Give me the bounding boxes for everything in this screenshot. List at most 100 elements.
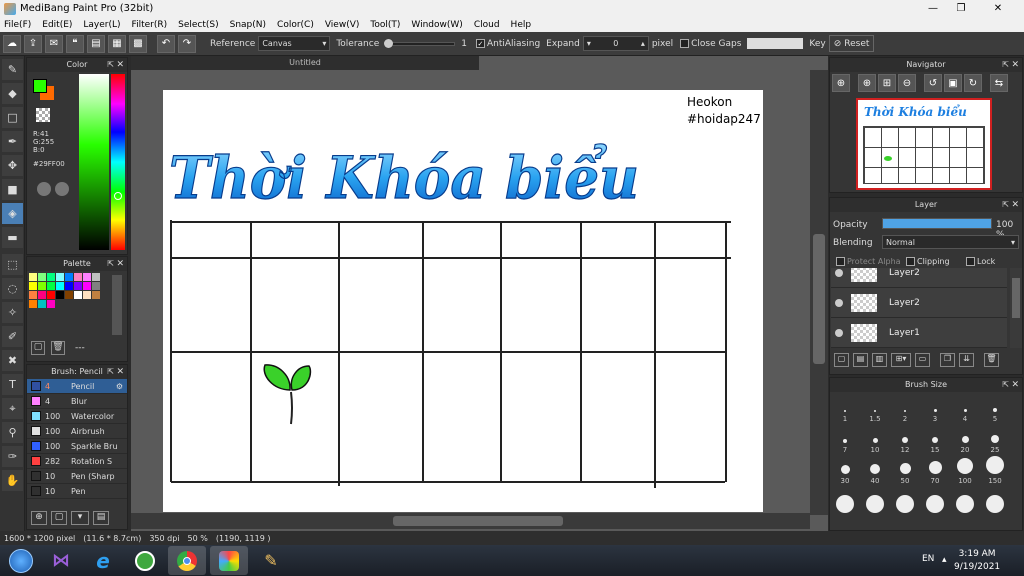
brush-item[interactable]: 10 Pen: [27, 484, 127, 499]
palette-swatch[interactable]: [65, 291, 73, 299]
menu-help[interactable]: Help: [511, 20, 532, 30]
rotate-left-icon[interactable]: ↺: [924, 74, 942, 92]
brush-size-cell[interactable]: 40: [860, 454, 890, 485]
zoom-fit-icon[interactable]: ⊕: [832, 74, 850, 92]
new-palette-icon[interactable]: ▢: [31, 341, 45, 355]
brush-size-cell[interactable]: [950, 488, 980, 519]
visual-studio-icon[interactable]: ⋈: [42, 546, 80, 575]
menu-filter[interactable]: Filter(R): [132, 20, 168, 30]
flip-icon[interactable]: ⇆: [990, 74, 1008, 92]
palette-swatch[interactable]: [92, 291, 100, 299]
eye-icon[interactable]: [835, 328, 843, 337]
palette-scrollbar[interactable]: [112, 275, 122, 335]
palette-swatch[interactable]: [74, 282, 82, 290]
eye-icon[interactable]: [835, 298, 843, 307]
pin-icon[interactable]: ⇱: [107, 257, 114, 271]
saturation-brightness-picker[interactable]: [79, 74, 109, 250]
expand-stepper[interactable]: ▾ 0 ▴: [582, 36, 649, 51]
menu-view[interactable]: View(V): [325, 20, 360, 30]
brush-size-cell[interactable]: 12: [890, 423, 920, 454]
stepper-up-icon[interactable]: ▴: [641, 39, 645, 48]
close-button[interactable]: ✕: [978, 0, 1018, 17]
zoom-actual-icon[interactable]: ⊞: [878, 74, 896, 92]
medibang-taskbar-icon[interactable]: [210, 546, 248, 575]
pin-icon[interactable]: ⇱: [107, 58, 114, 72]
menu-tool[interactable]: Tool(T): [370, 20, 400, 30]
menu-cloud[interactable]: Cloud: [474, 20, 500, 30]
palette-swatch[interactable]: [38, 291, 46, 299]
clipping-option[interactable]: Clipping: [906, 257, 950, 266]
palette-swatch[interactable]: [65, 273, 73, 281]
menu-select[interactable]: Select(S): [178, 20, 219, 30]
add-layer-menu-icon[interactable]: ⊞▾: [891, 353, 911, 367]
cloud-icon[interactable]: ☁: [3, 34, 21, 53]
hue-slider[interactable]: [111, 74, 125, 250]
folder-icon[interactable]: ▭: [915, 353, 930, 367]
close-icon[interactable]: ✕: [1011, 378, 1019, 392]
brush-size-cell[interactable]: 70: [920, 454, 950, 485]
maximize-button[interactable]: ❐: [948, 0, 974, 17]
brush-size-cell[interactable]: 15: [920, 423, 950, 454]
palette-swatch[interactable]: [92, 282, 100, 290]
brush-size-cell[interactable]: 1: [830, 392, 860, 423]
palette-swatch[interactable]: [38, 273, 46, 281]
palette-icon[interactable]: [37, 182, 51, 196]
brush-size-cell[interactable]: 150: [980, 454, 1010, 485]
menu-color[interactable]: Color(C): [277, 20, 314, 30]
brush-size-cell[interactable]: 100: [950, 454, 980, 485]
brush-size-cell[interactable]: 1.5: [860, 392, 890, 423]
chrome-icon[interactable]: [168, 546, 206, 575]
rotate-right-icon[interactable]: ↻: [964, 74, 982, 92]
palette-swatch[interactable]: [29, 300, 37, 308]
palette-swatch[interactable]: [29, 273, 37, 281]
palette-swatch[interactable]: [74, 273, 82, 281]
undo-icon[interactable]: ↶: [157, 34, 175, 53]
tolerance-slider[interactable]: [384, 38, 456, 48]
select-eraser-icon[interactable]: ✖: [2, 350, 23, 371]
close-gaps-checkbox[interactable]: [680, 39, 690, 48]
pin-icon[interactable]: ⇱: [1002, 58, 1009, 72]
palette-swatch[interactable]: [29, 291, 37, 299]
brush-tool-icon[interactable]: ✎: [2, 59, 23, 80]
brush-item[interactable]: 100 Airbrush: [27, 424, 127, 439]
hand-tool-icon[interactable]: ✋: [2, 470, 23, 491]
transparent-swatch[interactable]: [36, 108, 50, 122]
paint-icon[interactable]: ✎: [252, 546, 290, 575]
brush-size-cell[interactable]: 2: [890, 392, 920, 423]
brush-size-cell[interactable]: [860, 488, 890, 519]
horizontal-scrollbar[interactable]: [131, 513, 810, 529]
brush-size-cell[interactable]: 25: [980, 423, 1010, 454]
brush-size-cell[interactable]: [980, 488, 1010, 519]
drawing-paper[interactable]: Heokon #hoidap247 Thời Khóa biểu: [163, 90, 763, 512]
palette-swatch[interactable]: [47, 300, 55, 308]
palette-swatch[interactable]: [47, 273, 55, 281]
layer-scrollbar[interactable]: [1010, 268, 1022, 348]
palette-swatch[interactable]: [38, 282, 46, 290]
close-gaps-slider[interactable]: [747, 38, 804, 49]
select-pen-icon[interactable]: ✐: [2, 326, 23, 347]
slider-handle[interactable]: [384, 38, 394, 48]
palette-swatch[interactable]: [47, 291, 55, 299]
zoom-in-icon[interactable]: ⊕: [858, 74, 876, 92]
vertical-scrollbar[interactable]: [810, 70, 828, 515]
brush-item[interactable]: 4 Blur: [27, 394, 127, 409]
brush-size-cell[interactable]: 20: [950, 423, 980, 454]
language-indicator[interactable]: EN: [922, 554, 934, 564]
add-brush-icon[interactable]: ⊕: [31, 511, 47, 525]
layer-scroll-thumb[interactable]: [1012, 278, 1020, 318]
menu-window[interactable]: Window(W): [411, 20, 462, 30]
palette-swatch[interactable]: [83, 291, 91, 299]
close-icon[interactable]: ✕: [116, 257, 124, 271]
trash-icon[interactable]: 🗑: [51, 341, 65, 355]
dot-tool-icon[interactable]: □: [2, 107, 23, 128]
select-tool-icon[interactable]: ⬚: [2, 254, 23, 275]
clipping-checkbox[interactable]: [906, 257, 915, 266]
brush-size-cell[interactable]: [830, 488, 860, 519]
layer-row[interactable]: Layer1: [831, 318, 1007, 348]
page-icon[interactable]: ▤: [87, 34, 105, 53]
brush-menu-icon[interactable]: ▾: [71, 511, 89, 525]
palette-swatch[interactable]: [38, 300, 46, 308]
text-tool-icon[interactable]: T: [2, 374, 23, 395]
eyedropper-icon[interactable]: ⚲: [2, 422, 23, 443]
brush-size-cell[interactable]: 7: [830, 423, 860, 454]
